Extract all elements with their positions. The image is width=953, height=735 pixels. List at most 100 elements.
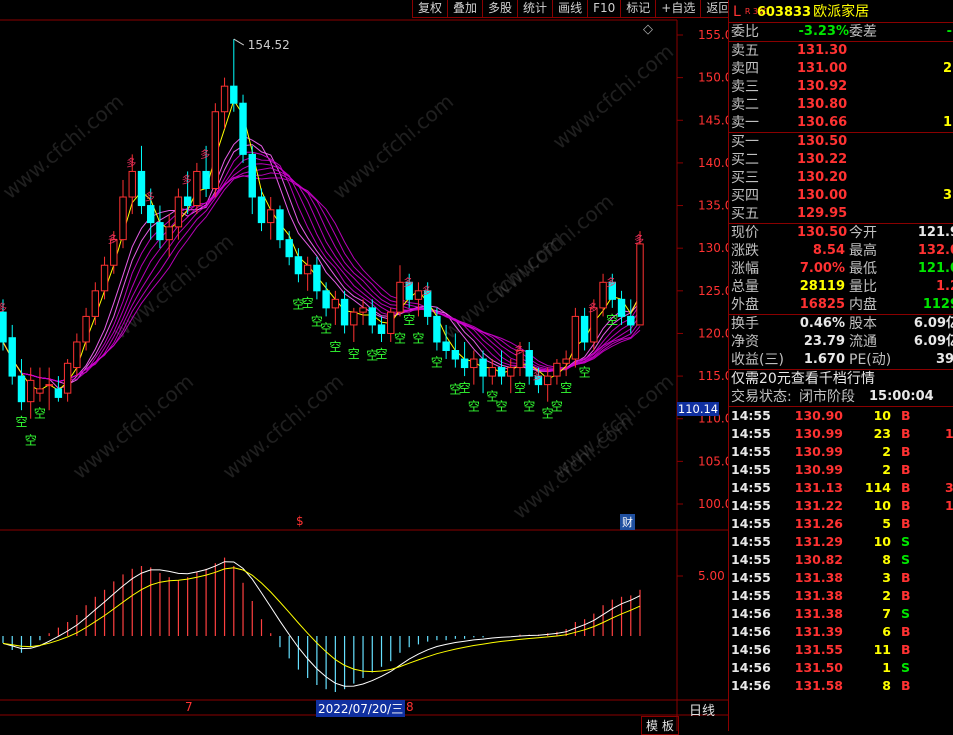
bid-row[interactable]: 买五 129.95: [729, 205, 953, 223]
toolbar-btn-3[interactable]: 统计: [517, 0, 553, 18]
tick-row: 14:56 131.50 1 S: [729, 659, 953, 677]
ask-row[interactable]: 卖二 130.80: [729, 96, 953, 114]
buy-signal-icon: 多: [634, 233, 644, 246]
stat-row: 收益(三) 1.670 PE(动) 39.: [729, 351, 953, 369]
tick-price: 131.39: [794, 624, 843, 639]
ask-row[interactable]: 卖四 131.00 2: [729, 60, 953, 78]
candle-body: [303, 264, 312, 275]
bid-price: 129.95: [797, 206, 848, 221]
ask-price: 130.92: [797, 79, 848, 94]
period-daily-button[interactable]: 日线: [689, 700, 715, 719]
promo-text[interactable]: 仅需20元查看千档行情: [731, 370, 875, 388]
tick-time: 14:55: [731, 534, 771, 549]
ask-row[interactable]: 卖五 131.30: [729, 42, 953, 60]
candle-body: [128, 170, 136, 198]
tick-price: 131.22: [794, 498, 843, 513]
tick-side: B: [901, 642, 911, 657]
bid-label: 买四: [731, 188, 759, 204]
tick-row: 14:55 130.99 2 B: [729, 461, 953, 479]
buy-signal-icon: 多: [606, 276, 616, 289]
tick-price: 130.99: [794, 462, 843, 477]
tick-volume: 10: [873, 498, 891, 513]
bid-row[interactable]: 买一 130.50: [729, 133, 953, 151]
candle-body: [54, 388, 63, 398]
tick-side: S: [901, 660, 911, 675]
stat-label-2: 量比: [849, 279, 877, 295]
sell-signal-icon: 空: [606, 313, 618, 327]
candle-body: [193, 170, 201, 207]
tick-side: B: [901, 462, 911, 477]
tick-price: 131.50: [794, 660, 843, 675]
ma-ribbon-line: [2, 175, 641, 383]
stats-block: 现价 130.50今开 121.9 涨跌 8.54 最高 132.0 涨幅 7.00% 最低 121…: [729, 224, 953, 315]
candle-body: [147, 205, 155, 224]
tick-extra: 1: [945, 498, 953, 513]
tick-price: 130.99: [794, 426, 843, 441]
ask-row[interactable]: 卖一 130.66 1: [729, 114, 953, 132]
bid-row[interactable]: 买三 130.20: [729, 169, 953, 187]
tick-time: 14:56: [731, 624, 771, 639]
watermark: www.cfchi.com: [68, 369, 198, 484]
promo-row[interactable]: 仅需20元查看千档行情: [729, 370, 953, 388]
sell-signal-icon: 空: [34, 407, 46, 421]
stat-row: 涨幅 7.00% 最低 121.0: [729, 260, 953, 278]
macd-tick-label: 5.00: [698, 569, 725, 583]
stock-name[interactable]: 欧派家居: [813, 4, 869, 20]
high-price-label: 154.52: [248, 38, 290, 52]
stat-value-2: 39.: [935, 352, 953, 367]
tick-row: 14:55 131.38 3 B: [729, 569, 953, 587]
tick-price: 131.58: [794, 678, 843, 693]
current-price-tag: 110.14: [677, 402, 719, 416]
toolbar-btn-6[interactable]: 标记: [620, 0, 656, 18]
diamond-icon[interactable]: ◇: [643, 22, 653, 37]
sell-signal-icon: 空: [15, 415, 27, 429]
ask-price: 131.30: [797, 43, 848, 58]
toolbar-btn-0[interactable]: 复权: [412, 0, 448, 18]
bid-row[interactable]: 买四 130.00 3: [729, 187, 953, 205]
stat-label-2: 最低: [849, 261, 877, 277]
template-button[interactable]: 模 板: [641, 716, 679, 735]
status-row: 交易状态: 闭市阶段 15:00:04: [729, 388, 953, 407]
tick-row: 14:56 131.39 6 B: [729, 623, 953, 641]
tick-time: 14:56: [731, 678, 771, 693]
candle-body: [294, 256, 303, 275]
tick-price: 131.38: [794, 606, 843, 621]
candle-body: [507, 367, 515, 377]
toolbar-btn-4[interactable]: 画线: [552, 0, 588, 18]
bid-row[interactable]: 买二 130.22: [729, 151, 953, 169]
candle-body: [562, 358, 570, 364]
tick-time: 14:55: [731, 516, 771, 531]
tick-price: 131.38: [794, 588, 843, 603]
stock-code[interactable]: 603833: [757, 5, 811, 20]
tick-list[interactable]: 14:55 130.90 10 B 14:55 130.99 23 B 1 14:55 130.99…: [729, 407, 953, 695]
ask-label: 卖三: [731, 79, 759, 95]
ask-row[interactable]: 卖三 130.92: [729, 78, 953, 96]
candle-body: [617, 298, 626, 317]
candle-body: [63, 362, 72, 394]
sell-signal-icon: 空: [320, 321, 332, 335]
candle-body: [488, 367, 496, 377]
finance-tag[interactable]: 财: [620, 514, 635, 530]
weicha-value: -: [946, 24, 952, 39]
toolbar-btn-5[interactable]: F10: [587, 0, 621, 18]
buy-signal-icon: 多: [145, 190, 155, 203]
tick-time: 14:55: [731, 462, 771, 477]
tick-volume: 5: [882, 516, 891, 531]
tick-volume: 7: [882, 606, 891, 621]
candle-body: [276, 209, 284, 241]
toolbar-btn-1[interactable]: 叠加: [447, 0, 483, 18]
stat-value: 130.50: [797, 225, 848, 240]
toolbar-btn-7[interactable]: +自选: [655, 0, 701, 18]
bid-book: 买一 130.50 买二 130.22 买三 130.20 买四 130.00 3 买五 129.9…: [729, 133, 953, 224]
candle-body: [350, 311, 358, 326]
sell-signal-icon: 空: [496, 400, 508, 414]
watermark: www.cfchi.com: [218, 369, 348, 484]
candle-body: [322, 290, 330, 309]
stat-row: 涨跌 8.54 最高 132.0: [729, 242, 953, 260]
ask-price: 131.00: [797, 61, 848, 76]
buy-signal-icon: 多: [0, 301, 7, 314]
toolbar-btn-2[interactable]: 多股: [482, 0, 518, 18]
bid-price: 130.00: [797, 188, 848, 203]
candle-body: [377, 324, 386, 334]
tick-row: 14:55 130.99 23 B 1: [729, 425, 953, 443]
